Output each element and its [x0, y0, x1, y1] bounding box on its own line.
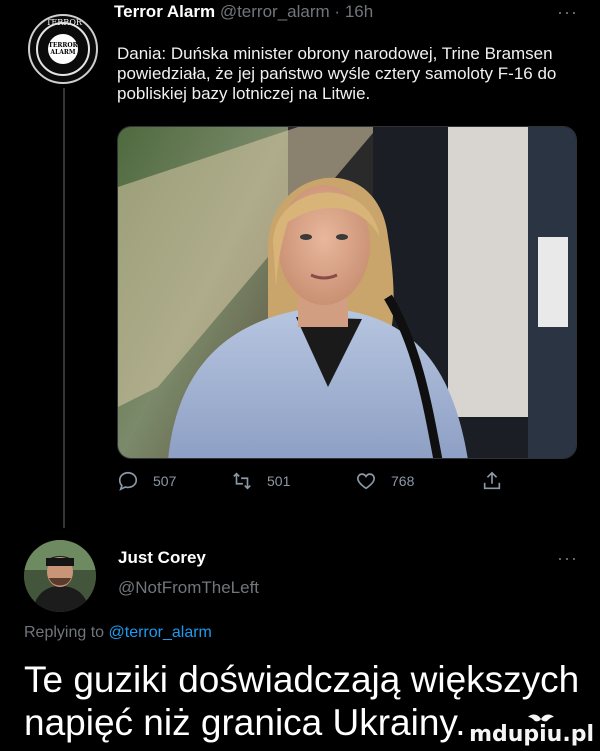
more-options-icon[interactable]: ···: [557, 2, 578, 23]
like-action[interactable]: 768: [355, 470, 414, 492]
reply-author-handle[interactable]: @NotFromTheLeft: [118, 578, 259, 598]
reply-author-name[interactable]: Just Corey: [118, 548, 206, 568]
photo-illustration: [118, 127, 576, 458]
just-corey-avatar[interactable]: [24, 540, 96, 612]
reply-count: 507: [153, 473, 177, 489]
like-count: 768: [391, 473, 415, 489]
reply-icon: [118, 471, 138, 491]
reply-more-options-icon[interactable]: ···: [557, 548, 578, 569]
header-separator: ·: [334, 2, 341, 21]
terror-alarm-avatar[interactable]: TERROR TERROR ALARM: [28, 14, 98, 84]
retweet-action[interactable]: 501: [231, 470, 290, 492]
tweet-time[interactable]: 16h: [345, 2, 373, 21]
tweet-photo[interactable]: [117, 126, 577, 459]
share-icon: [483, 471, 501, 490]
retweet-count: 501: [267, 473, 291, 489]
reply-action[interactable]: 507: [117, 470, 176, 492]
replying-to-line: Replying to @terror_alarm: [24, 624, 212, 642]
heart-icon: [357, 473, 375, 490]
tweet-text: Dania: Duńska minister obrony narodowej,…: [117, 44, 557, 103]
replying-to-prefix: Replying to: [24, 624, 105, 641]
replying-to-mention[interactable]: @terror_alarm: [109, 624, 212, 641]
retweet-icon: [233, 472, 251, 490]
watermark-label: mdupiu.pl: [469, 722, 594, 747]
tweet-action-bar: 507 501 768: [117, 470, 517, 500]
reply-avatar-photo: [24, 540, 96, 612]
thread-connector-line: [63, 88, 65, 528]
site-watermark: mdupiu.pl: [464, 711, 594, 747]
author-handle[interactable]: @terror_alarm: [220, 2, 330, 21]
share-action[interactable]: [481, 470, 503, 492]
author-name[interactable]: Terror Alarm: [114, 2, 215, 21]
avatar-seal-core-text: TERROR ALARM: [48, 34, 78, 64]
tweet-header: Terror Alarm @terror_alarm · 16h: [114, 2, 373, 22]
